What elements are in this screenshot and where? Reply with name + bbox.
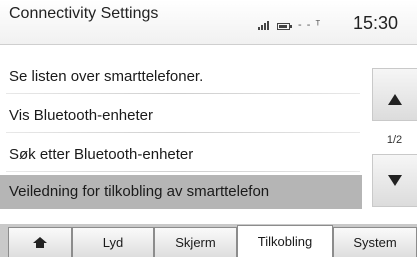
tab-lyd[interactable]: Lyd: [72, 227, 154, 257]
connectivity-settings-screen: Connectivity Settings - - ᵀ 15:30 Se lis…: [0, 0, 417, 257]
header-bar: Connectivity Settings - - ᵀ 15:30: [0, 0, 417, 45]
tab-tilkobling[interactable]: Tilkobling: [237, 225, 333, 257]
list-divider: [6, 171, 360, 172]
tab-skjerm[interactable]: Skjerm: [154, 227, 237, 257]
list-item-search-bluetooth[interactable]: Søk etter Bluetooth-enheter: [0, 141, 362, 169]
tab-home[interactable]: [8, 227, 72, 257]
home-icon: [33, 237, 47, 248]
tab-system[interactable]: System: [333, 227, 417, 257]
network-status-text: - - ᵀ: [298, 19, 322, 31]
arrow-down-icon: [388, 175, 402, 186]
bottom-tab-bar: Lyd Skjerm Tilkobling System: [0, 224, 417, 257]
signal-bars-icon: [258, 21, 269, 30]
list-divider: [6, 132, 360, 133]
scroll-down-button[interactable]: [372, 154, 417, 207]
clock: 15:30: [353, 13, 399, 33]
battery-icon: [277, 23, 292, 30]
status-icons: - - ᵀ: [258, 18, 322, 31]
list-item-smartphone-list[interactable]: Se listen over smarttelefoner.: [0, 63, 362, 91]
arrow-up-icon: [388, 94, 402, 105]
page-title: Connectivity Settings: [9, 5, 159, 22]
list-item-bluetooth-devices[interactable]: Vis Bluetooth-enheter: [0, 102, 362, 130]
page-indicator: 1/2: [386, 134, 403, 146]
list-divider: [6, 93, 360, 94]
scroll-up-button[interactable]: [372, 68, 417, 121]
list-item-smartphone-guide[interactable]: Veiledning for tilkobling av smarttelefo…: [0, 175, 362, 209]
